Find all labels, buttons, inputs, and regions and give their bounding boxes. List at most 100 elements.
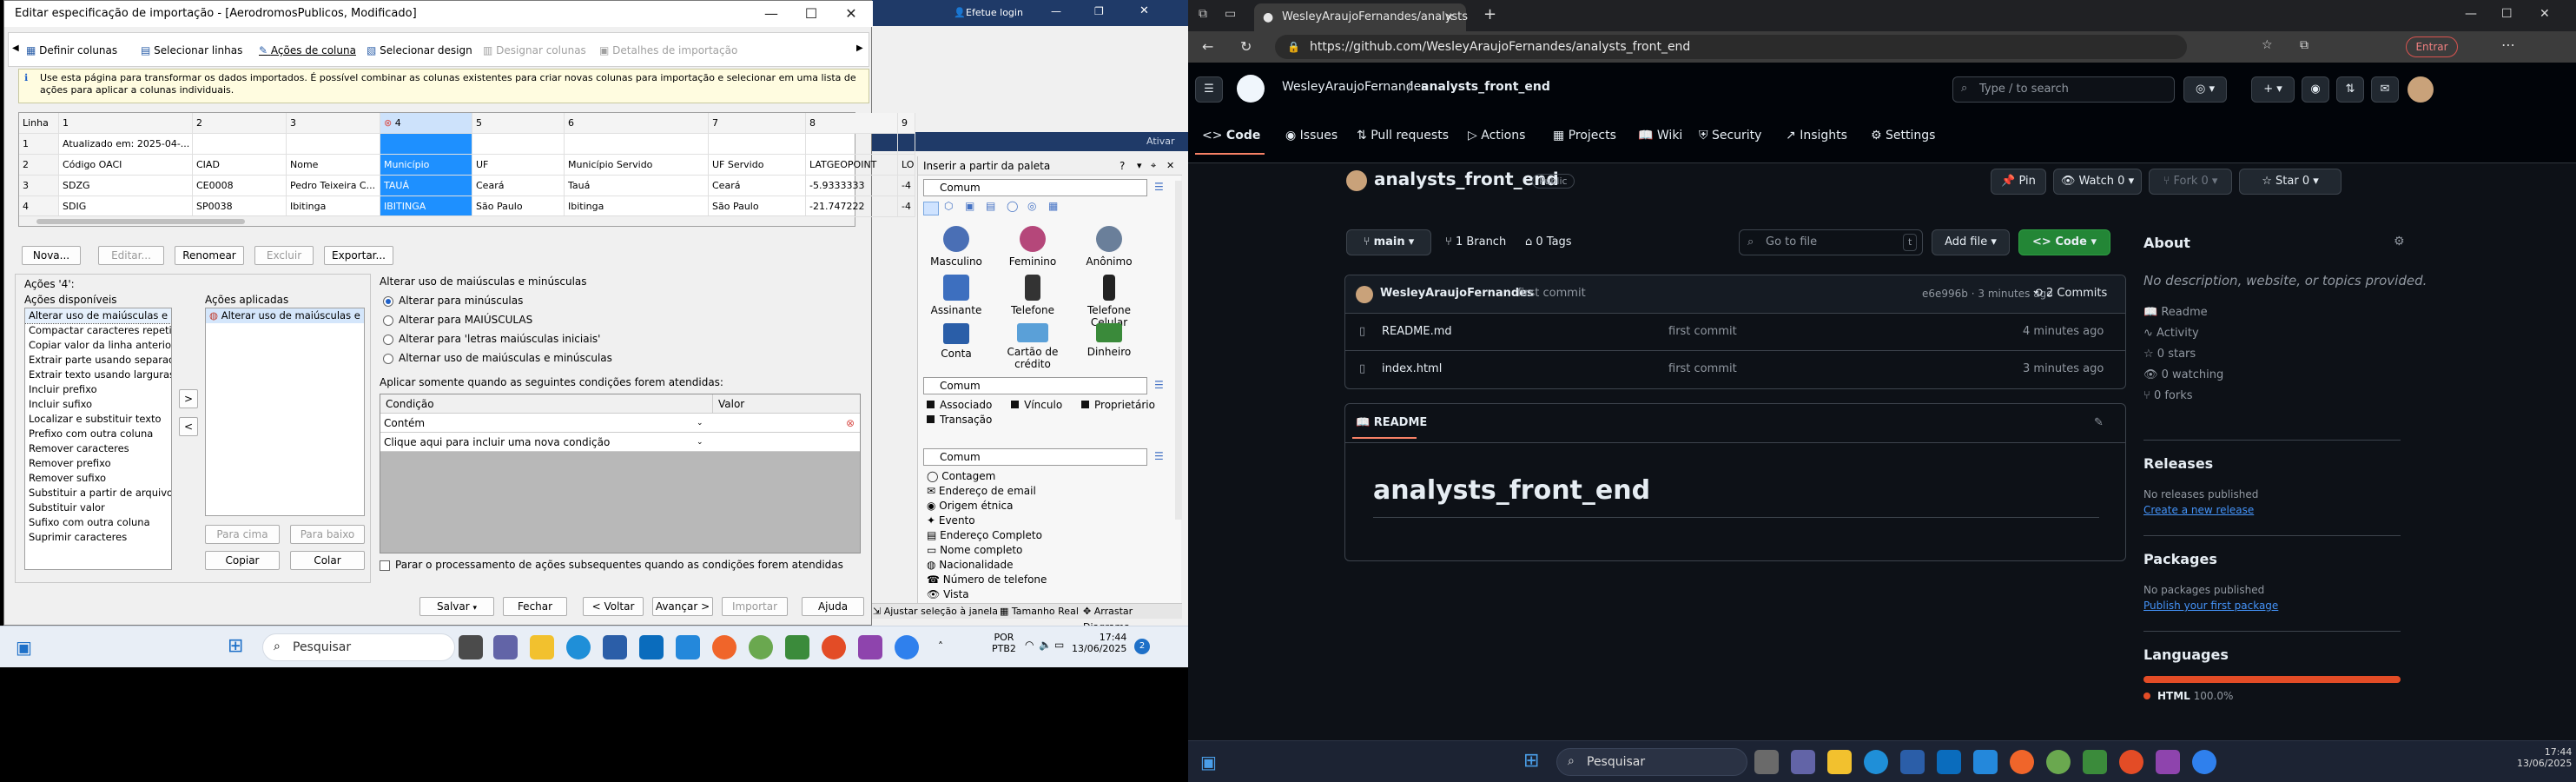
file-commit-message[interactable]: first commit xyxy=(1668,351,1737,388)
grid-cell[interactable]: UF xyxy=(472,155,565,176)
file-explorer-icon[interactable] xyxy=(530,635,554,659)
teams-icon[interactable] xyxy=(493,635,518,659)
app-blue-icon[interactable] xyxy=(2192,750,2216,774)
repo-link[interactable]: analysts_front_end xyxy=(1421,80,1550,94)
grid-cell[interactable]: CIAD xyxy=(193,155,287,176)
grid-row-number[interactable]: 4 xyxy=(19,196,59,217)
step-select-design[interactable]: ▧ Selecionar design xyxy=(367,42,472,59)
github-logo-icon[interactable] xyxy=(1237,75,1265,103)
vscode-icon[interactable] xyxy=(676,635,700,659)
new-tab-icon[interactable]: + xyxy=(1483,5,1496,23)
close-icon[interactable]: ✕ xyxy=(1139,4,1149,17)
repo-tab-pull-requests[interactable]: ⇅ Pull requests xyxy=(1357,129,1449,142)
stars-link[interactable]: ☆ 0 stars xyxy=(2143,348,2196,361)
maximize-icon[interactable]: ☐ xyxy=(2501,7,2513,21)
grid-row-number[interactable]: 2 xyxy=(19,155,59,176)
list-item[interactable]: Remover sufixo xyxy=(25,471,171,486)
list-item[interactable]: ☎ Número de telefone xyxy=(927,573,1170,587)
remove-action-button[interactable]: < xyxy=(179,417,198,436)
grid-cell[interactable]: Ceará xyxy=(709,176,806,196)
circle-icon[interactable]: ◯ xyxy=(1007,200,1018,212)
restore-icon[interactable]: ❐ xyxy=(1094,5,1104,17)
grid-cell[interactable]: Município Servido xyxy=(565,155,709,176)
grid-cell[interactable] xyxy=(565,134,709,155)
list-item[interactable]: Substituir a partir de arquivo d xyxy=(25,486,171,500)
grid-cell[interactable]: LO xyxy=(898,155,915,176)
radio-togglecase[interactable]: Alternar uso de maiúsculas e minúsculas xyxy=(383,352,612,364)
taskbar-search[interactable]: ⌕ Pesquisar xyxy=(1556,748,1747,776)
mongodb-icon[interactable] xyxy=(2083,750,2107,774)
delete-condition-icon[interactable]: ⊗ xyxy=(846,414,855,433)
radio-titlecase[interactable]: Alterar para 'letras maiúsculas iniciais… xyxy=(383,333,600,345)
close-tab-icon[interactable]: ✕ xyxy=(1445,3,1454,31)
browser-tab-github[interactable]: ● WesleyAraujoFernandes/analysts ✕ xyxy=(1254,3,1468,31)
chevron-up-icon[interactable]: ˄ xyxy=(938,640,943,653)
releases-title[interactable]: Releases xyxy=(2143,455,2213,472)
code-button[interactable]: <> Code ▾ xyxy=(2018,229,2110,255)
minimize-icon[interactable]: — xyxy=(1051,5,1061,17)
grid-cell[interactable] xyxy=(806,134,898,155)
list-item[interactable]: Incluir prefixo xyxy=(25,382,171,397)
edge-icon[interactable] xyxy=(1864,750,1888,774)
list-item[interactable]: Substituir valor xyxy=(25,500,171,515)
palette-item-credit-card[interactable]: Cartão de crédito xyxy=(994,323,1071,370)
available-actions-list[interactable]: Alterar uso de maiúsculas e mir Compactar… xyxy=(24,308,172,570)
add-condition-text[interactable]: Clique aqui para incluir uma nova condiç… xyxy=(384,433,610,452)
applied-actions-list[interactable]: ◍ Alterar uso de maiúsculas e ... xyxy=(205,308,365,516)
shape-icon[interactable]: ⬡ xyxy=(944,200,953,212)
add-condition-row[interactable]: Clique aqui para incluir uma nova condiç… xyxy=(380,433,860,452)
branches-link[interactable]: ⑂ 1 Branch xyxy=(1445,235,1506,249)
owner-link[interactable]: WesleyAraujoFernandes xyxy=(1282,80,1428,94)
dock-icon[interactable]: ⌖ xyxy=(1151,156,1156,176)
mongodb-icon[interactable] xyxy=(785,635,809,659)
grid-cell[interactable]: SDIG xyxy=(59,196,193,217)
list-item[interactable]: Suprimir caracteres xyxy=(25,530,171,545)
table-icon[interactable]: ▤ xyxy=(986,200,995,212)
pin-button[interactable]: 📌 Pin xyxy=(1991,169,2046,195)
create-new-button[interactable]: + ▾ xyxy=(2251,76,2295,103)
grid-cell[interactable] xyxy=(709,134,806,155)
list-item[interactable]: ✦ Evento xyxy=(927,514,1170,528)
list-item[interactable]: Remover caracteres xyxy=(25,441,171,456)
palette-combo-1[interactable]: Comum xyxy=(923,179,1147,196)
create-release-link[interactable]: Create a new release xyxy=(2143,504,2254,516)
app-blue-icon[interactable] xyxy=(895,635,919,659)
grid-cell[interactable]: IBITINGA xyxy=(380,196,472,217)
windows-start-icon[interactable]: ⊞ xyxy=(228,635,243,657)
list-item[interactable]: Sufixo com outra coluna xyxy=(25,515,171,530)
commits-link[interactable]: ⟲ 2 Commits xyxy=(2033,287,2107,300)
list-item[interactable]: Extrair texto usando larguras fi xyxy=(25,368,171,382)
list-item[interactable]: 👁 Vista xyxy=(927,587,1170,602)
list-view-icon[interactable]: ☰ xyxy=(1154,181,1164,193)
transaction-legend[interactable]: Transação xyxy=(927,414,992,426)
grid-row-number[interactable]: 1 xyxy=(19,134,59,155)
close-button[interactable]: ✕ xyxy=(831,1,871,27)
chevron-down-icon[interactable]: ⌄ xyxy=(697,433,703,452)
list-item[interactable]: ▤ Endereço Completo xyxy=(927,528,1170,543)
collections-icon[interactable]: ⧉ xyxy=(2300,38,2308,52)
stop-processing-checkbox[interactable]: Parar o processamento de ações subsequen… xyxy=(380,559,843,571)
minimize-icon[interactable]: — xyxy=(2465,7,2477,21)
condition-select[interactable]: Contém xyxy=(384,414,425,433)
mail-icon[interactable] xyxy=(1937,750,1961,774)
tab-actions-icon[interactable]: ▭ xyxy=(1225,7,1236,21)
avatar[interactable] xyxy=(2408,76,2434,103)
grid-cell[interactable] xyxy=(380,134,472,155)
link-legend[interactable]: Vínculo xyxy=(1011,399,1062,411)
store-icon[interactable] xyxy=(1900,750,1925,774)
grid-cell[interactable]: -21.747222 xyxy=(806,196,898,217)
close-dialog-button[interactable]: Fechar xyxy=(503,597,567,616)
palette-item-female[interactable]: Feminino xyxy=(994,226,1071,268)
grid-column-header[interactable]: Linha xyxy=(19,113,59,134)
list-item[interactable]: ◉ Origem étnica xyxy=(927,499,1170,514)
globe-icon[interactable]: ◎ xyxy=(1027,200,1036,212)
activity-link[interactable]: ∿ Activity xyxy=(2143,327,2199,340)
watch-button[interactable]: 👁 Watch 0 ▾ xyxy=(2053,169,2142,195)
palette-item-account[interactable]: Conta xyxy=(918,323,994,360)
close-icon[interactable]: ✕ xyxy=(1166,156,1174,176)
language-indicator[interactable]: POR PTB2 xyxy=(992,632,1016,654)
grid-column-header[interactable]: 5 xyxy=(472,113,565,134)
help-icon[interactable]: ? xyxy=(1120,156,1125,176)
close-icon[interactable]: ✕ xyxy=(2540,7,2550,21)
grid-cell[interactable]: São Paulo xyxy=(472,196,565,217)
